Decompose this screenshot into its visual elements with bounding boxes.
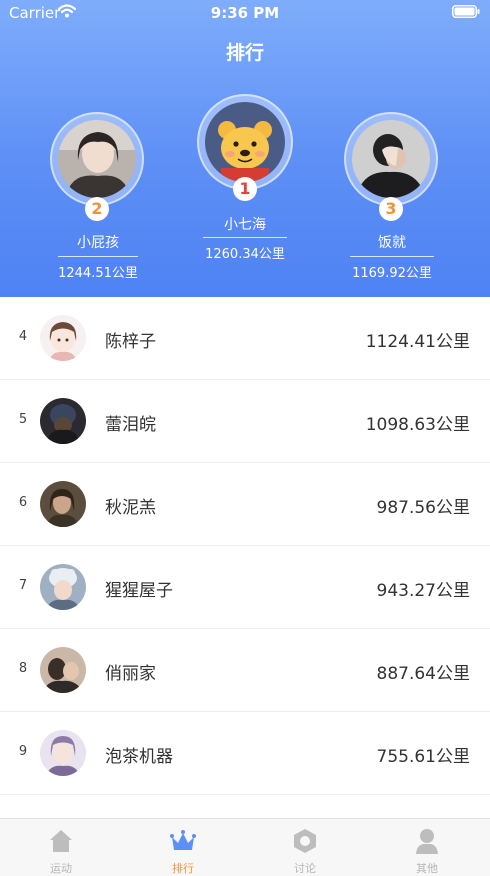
tab-sport[interactable]: 运动 <box>0 819 122 876</box>
row-rank: 9 <box>18 744 28 759</box>
tab-label: 其他 <box>416 862 438 875</box>
podium-distance: 1260.34公里 <box>205 247 285 262</box>
divider <box>58 256 138 257</box>
row-rank: 8 <box>18 661 28 676</box>
tab-discuss[interactable]: 讨论 <box>244 819 366 876</box>
podium-first[interactable]: 1 小七海 1260.34公里 <box>195 94 295 269</box>
podium-name: 小七海 <box>224 217 266 233</box>
avatar <box>40 315 86 361</box>
avatar <box>40 564 86 610</box>
crown-icon <box>170 830 196 850</box>
avatar <box>40 647 86 693</box>
avatar-ring <box>50 112 144 206</box>
avatar <box>40 730 86 776</box>
avatar-second <box>58 120 136 198</box>
ranking-row[interactable]: 9 泡茶机器 755.61公里 <box>0 712 490 795</box>
page-title: 排行 <box>225 42 264 64</box>
podium-name: 小屁孩 <box>77 235 119 251</box>
row-name: 俏丽家 <box>105 664 156 684</box>
tab-bar: 运动 排行 讨论 其他 <box>0 818 490 876</box>
row-rank: 5 <box>18 412 28 427</box>
row-distance: 755.61公里 <box>376 747 470 767</box>
tab-label: 讨论 <box>294 862 316 875</box>
clock: 9:36 PM <box>210 4 280 22</box>
ranking-row[interactable]: 6 秋泥羔 987.56公里 <box>0 463 490 546</box>
divider <box>203 237 287 238</box>
row-rank: 4 <box>18 329 28 344</box>
row-distance: 943.27公里 <box>376 581 470 601</box>
avatar-ring <box>344 112 438 206</box>
rank-badge: 1 <box>233 177 257 201</box>
tab-label: 运动 <box>50 862 72 875</box>
row-name: 秋泥羔 <box>105 498 156 518</box>
podium-distance: 1169.92公里 <box>352 266 432 281</box>
row-distance: 1124.41公里 <box>365 332 470 352</box>
tab-label: 排行 <box>172 862 194 875</box>
ranking-row[interactable]: 8 俏丽家 887.64公里 <box>0 629 490 712</box>
tab-other[interactable]: 其他 <box>366 819 488 876</box>
rank-badge: 2 <box>85 197 109 221</box>
row-rank: 7 <box>18 578 28 593</box>
ranking-list: 4 陈梓子 1124.41公里 5 蕾泪皖 1098.63公里 6 秋泥羔 98… <box>0 297 490 795</box>
avatar <box>40 481 86 527</box>
row-name: 泡茶机器 <box>105 747 173 767</box>
row-distance: 1098.63公里 <box>365 415 470 435</box>
house-icon <box>50 830 72 852</box>
row-distance: 987.56公里 <box>376 498 470 518</box>
battery-icon <box>452 5 480 18</box>
row-distance: 887.64公里 <box>376 664 470 684</box>
avatar <box>40 398 86 444</box>
ranking-row[interactable]: 7 猩猩屋子 943.27公里 <box>0 546 490 629</box>
rank-number: 3 <box>385 199 397 218</box>
row-name: 蕾泪皖 <box>105 415 156 435</box>
rank-badge: 3 <box>379 197 403 221</box>
avatar-first <box>205 102 285 182</box>
podium-third[interactable]: 3 饭就 1169.92公里 <box>342 108 442 283</box>
podium-name: 饭就 <box>378 235 406 251</box>
divider <box>350 256 434 257</box>
avatar-ring <box>197 94 293 190</box>
hexagon-icon <box>294 829 316 853</box>
rank-number: 2 <box>91 199 103 218</box>
rank-number: 1 <box>239 179 251 198</box>
row-name: 猩猩屋子 <box>105 581 173 601</box>
status-bar: Carrier 9:36 PM <box>0 0 490 26</box>
tab-ranking[interactable]: 排行 <box>122 819 244 876</box>
ranking-row[interactable]: 4 陈梓子 1124.41公里 <box>0 297 490 380</box>
podium-distance: 1244.51公里 <box>58 266 138 281</box>
person-icon <box>416 829 438 854</box>
podium-second[interactable]: 2 小屁孩 1244.51公里 <box>48 108 148 283</box>
row-rank: 6 <box>18 495 28 510</box>
row-name: 陈梓子 <box>105 332 156 352</box>
ranking-row[interactable]: 5 蕾泪皖 1098.63公里 <box>0 380 490 463</box>
avatar-third <box>352 120 430 198</box>
leaderboard-header: Carrier 9:36 PM 排行 2 小屁孩 1244.51公里 1 小七海… <box>0 0 490 297</box>
